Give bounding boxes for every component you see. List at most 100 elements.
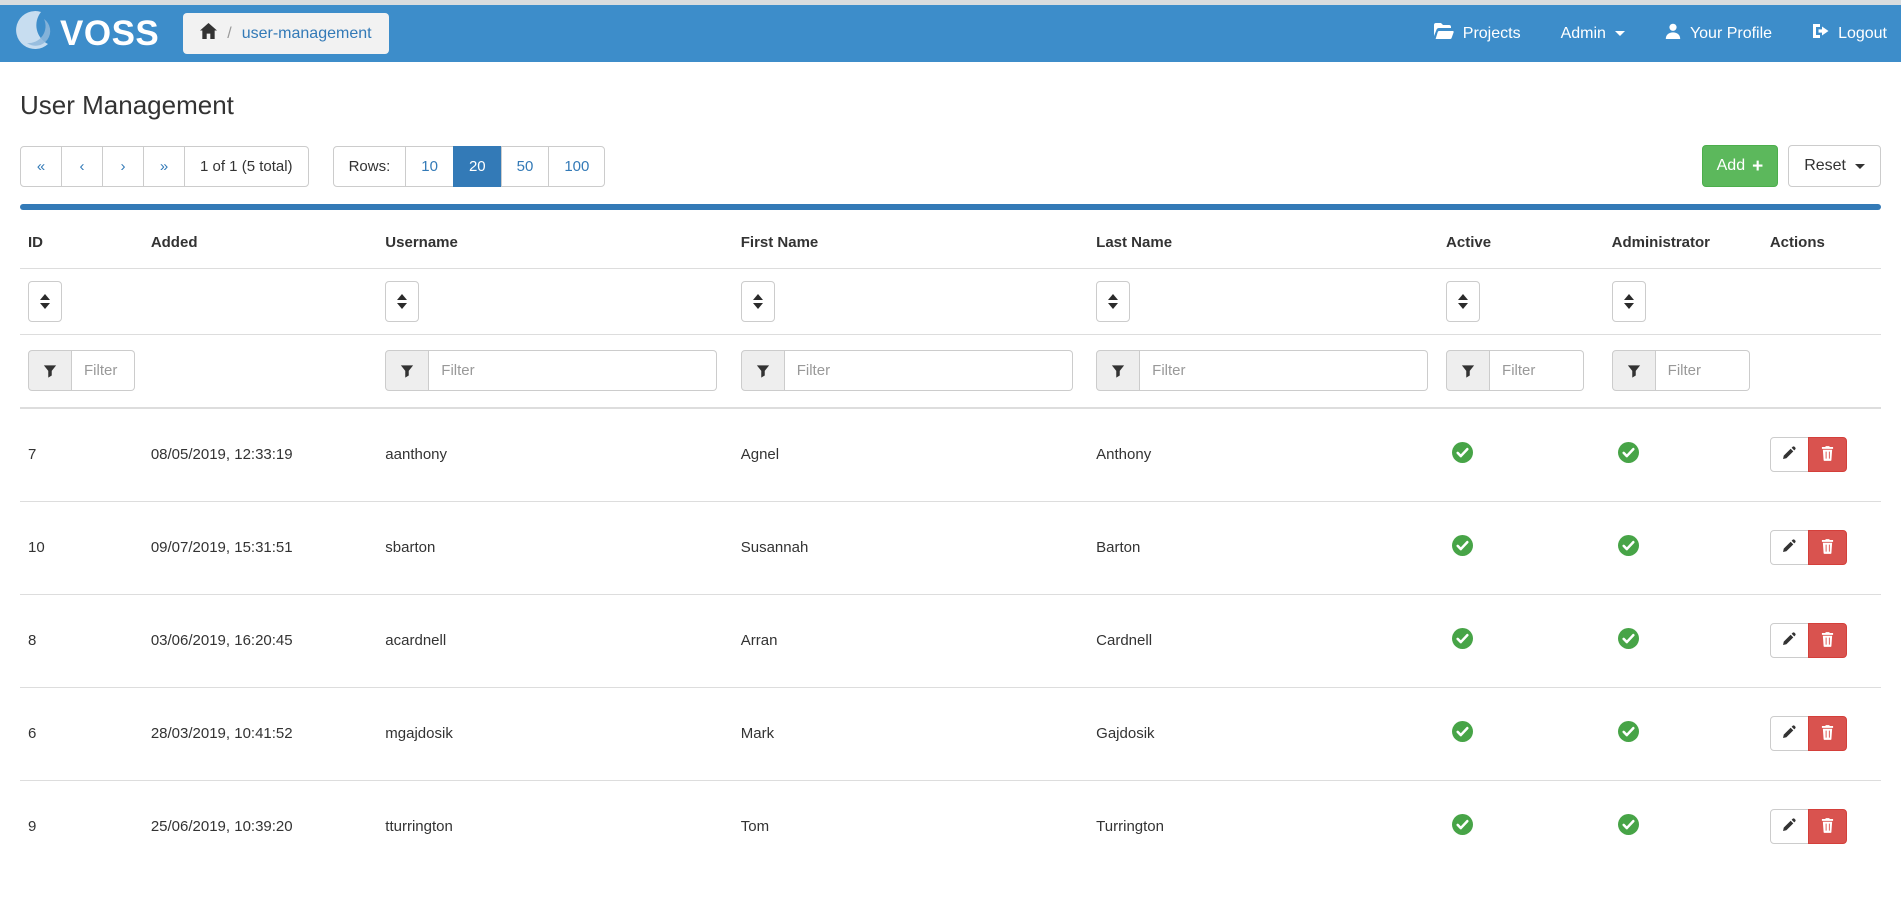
column-header-username: Username — [377, 211, 732, 269]
rows-per-page-group: Rows: 102050100 — [333, 146, 606, 187]
filter-cell-administrator — [1604, 335, 1762, 409]
sort-desc-icon — [397, 303, 407, 309]
filter-icon — [28, 350, 72, 391]
table-top-border — [20, 204, 1881, 210]
filter-input-username[interactable] — [429, 350, 717, 391]
first_name-cell: Tom — [733, 781, 1088, 874]
home-icon[interactable] — [200, 23, 217, 44]
rows-option-100[interactable]: 100 — [548, 146, 605, 187]
delete-button[interactable] — [1808, 716, 1847, 751]
sort-button-active[interactable] — [1446, 281, 1480, 322]
main-content: User Management « ‹ › » 1 of 1 (5 total)… — [0, 62, 1901, 873]
id-cell: 10 — [20, 502, 143, 595]
filter-cell-first-name — [733, 335, 1088, 409]
first_name-cell: Agnel — [733, 408, 1088, 502]
pagination-next-button[interactable]: › — [102, 146, 144, 187]
row-action-group — [1770, 623, 1847, 658]
trash-icon — [1821, 446, 1834, 464]
filter-input-active[interactable] — [1490, 350, 1584, 391]
pagination-prev-button[interactable]: ‹ — [61, 146, 103, 187]
delete-button[interactable] — [1808, 809, 1847, 844]
pencil-icon — [1782, 632, 1796, 649]
filter-group-first-name — [741, 350, 1080, 391]
sort-desc-icon — [1108, 303, 1118, 309]
nav-admin-dropdown[interactable]: Admin — [1561, 25, 1625, 43]
added-cell: 25/06/2019, 10:39:20 — [143, 781, 377, 874]
sort-desc-icon — [40, 303, 50, 309]
sort-desc-icon — [1458, 303, 1468, 309]
trash-icon — [1821, 818, 1834, 836]
sort-cell-first-name — [733, 269, 1088, 335]
edit-button[interactable] — [1770, 530, 1809, 565]
nav-logout[interactable]: Logout — [1812, 23, 1887, 44]
sort-asc-icon — [1458, 294, 1468, 300]
nav-your-profile[interactable]: Your Profile — [1665, 23, 1772, 44]
breadcrumb-current[interactable]: user-management — [242, 25, 372, 43]
rows-label: Rows: — [333, 146, 407, 187]
administrator-cell — [1604, 688, 1762, 781]
filter-input-last-name[interactable] — [1140, 350, 1428, 391]
rows-option-20[interactable]: 20 — [453, 146, 502, 187]
username-cell: sbarton — [377, 502, 732, 595]
first_name-cell: Susannah — [733, 502, 1088, 595]
sort-desc-icon — [753, 303, 763, 309]
pagination-first-button[interactable]: « — [20, 146, 62, 187]
sort-button-username[interactable] — [385, 281, 419, 322]
reset-button[interactable]: Reset — [1788, 145, 1881, 187]
username-cell: mgajdosik — [377, 688, 732, 781]
sort-cell-active — [1438, 269, 1604, 335]
sort-cell-username — [377, 269, 732, 335]
sort-button-first-name[interactable] — [741, 281, 775, 322]
add-button[interactable]: Add + — [1702, 145, 1779, 187]
table-row: 803/06/2019, 16:20:45acardnellArranCardn… — [20, 595, 1881, 688]
sort-button-administrator[interactable] — [1612, 281, 1646, 322]
brand[interactable]: VOSS — [8, 9, 159, 58]
pagination-group: « ‹ › » 1 of 1 (5 total) — [20, 146, 309, 187]
delete-button[interactable] — [1808, 437, 1847, 472]
pagination-status: 1 of 1 (5 total) — [184, 146, 309, 187]
nav-projects[interactable]: Projects — [1434, 23, 1521, 44]
administrator-cell — [1604, 502, 1762, 595]
filter-input-first-name[interactable] — [785, 350, 1073, 391]
pencil-icon — [1782, 725, 1796, 742]
check-circle-icon — [1452, 543, 1473, 560]
sort-cell-actions — [1762, 269, 1881, 335]
sort-cell-added — [143, 269, 377, 335]
edit-button[interactable] — [1770, 437, 1809, 472]
navbar: VOSS / user-management Projects Admin — [0, 5, 1901, 62]
check-circle-icon — [1452, 450, 1473, 467]
filter-input-id[interactable] — [72, 350, 135, 391]
username-cell: acardnell — [377, 595, 732, 688]
edit-button[interactable] — [1770, 716, 1809, 751]
table-row: 708/05/2019, 12:33:19aanthonyAgnelAnthon… — [20, 408, 1881, 502]
added-cell: 03/06/2019, 16:20:45 — [143, 595, 377, 688]
first_name-cell: Mark — [733, 688, 1088, 781]
row-action-group — [1770, 530, 1847, 565]
sort-cell-administrator — [1604, 269, 1762, 335]
column-header-administrator: Administrator — [1604, 211, 1762, 269]
check-circle-icon — [1618, 543, 1639, 560]
edit-button[interactable] — [1770, 623, 1809, 658]
nav-admin-label: Admin — [1561, 25, 1606, 43]
sort-asc-icon — [397, 294, 407, 300]
sort-asc-icon — [753, 294, 763, 300]
filter-cell-id — [20, 335, 143, 409]
rows-option-10[interactable]: 10 — [405, 146, 454, 187]
reset-button-label: Reset — [1804, 157, 1846, 175]
pagination-last-button[interactable]: » — [143, 146, 185, 187]
delete-button[interactable] — [1808, 530, 1847, 565]
sort-button-last-name[interactable] — [1096, 281, 1130, 322]
rows-option-50[interactable]: 50 — [501, 146, 550, 187]
filter-input-administrator[interactable] — [1656, 350, 1750, 391]
id-cell: 9 — [20, 781, 143, 874]
id-cell: 7 — [20, 408, 143, 502]
toolbar: « ‹ › » 1 of 1 (5 total) Rows: 102050100… — [20, 145, 1881, 187]
filter-cell-active — [1438, 335, 1604, 409]
column-header-actions: Actions — [1762, 211, 1881, 269]
check-circle-icon — [1452, 729, 1473, 746]
delete-button[interactable] — [1808, 623, 1847, 658]
user-icon — [1665, 23, 1681, 44]
edit-button[interactable] — [1770, 809, 1809, 844]
last_name-cell: Barton — [1088, 502, 1438, 595]
sort-button-id[interactable] — [28, 281, 62, 322]
